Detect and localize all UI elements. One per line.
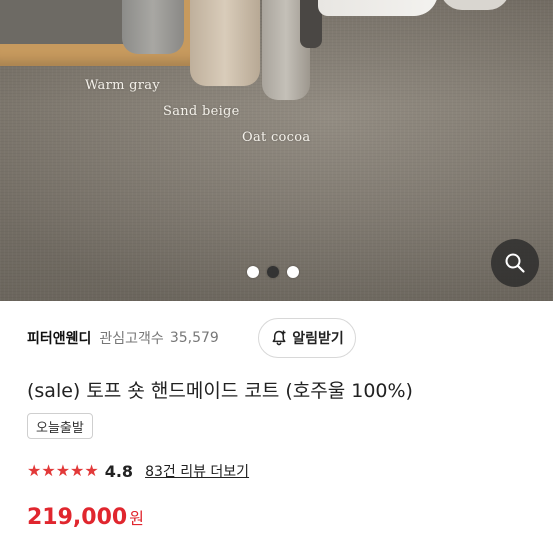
zoom-button[interactable] [491, 239, 539, 287]
coat-sand-beige [190, 0, 260, 86]
star-icon: ★ [55, 461, 71, 480]
price: 219,000 원 [27, 505, 144, 530]
review-more-link[interactable]: 83건 리뷰 더보기 [145, 461, 249, 481]
rating-stars: ★ ★ ★ ★ ★ [27, 463, 99, 479]
carousel-dot[interactable] [247, 266, 259, 278]
carousel-indicator [247, 266, 299, 278]
star-icon: ★ [84, 461, 99, 480]
star-icon: ★ [27, 461, 42, 480]
product-image-carousel[interactable]: Warm gray Sand beige Oat cocoa [0, 0, 553, 301]
star-icon: ★ [70, 461, 85, 480]
notify-button-label: 알림받기 [292, 331, 344, 347]
seller-name[interactable]: 피터앤웬디 [27, 328, 91, 348]
hanging-item-white [318, 0, 438, 16]
color-label-warm-gray: Warm gray [85, 78, 160, 93]
carousel-dot-active[interactable] [267, 266, 279, 278]
product-title: (sale) 토프 숏 핸드메이드 코트 (호주울 100%) [27, 380, 413, 402]
rating-value: 4.8 [104, 461, 134, 481]
shipping-badge: 오늘출발 [27, 413, 93, 439]
search-icon [505, 253, 525, 273]
carousel-dot[interactable] [287, 266, 299, 278]
coat-warm-gray [122, 0, 184, 54]
favorite-customers-label: 관심고객수 [99, 331, 164, 347]
rating-row: ★ ★ ★ ★ ★ 4.8 83건 리뷰 더보기 [27, 458, 249, 484]
price-value: 219,000 [27, 505, 128, 530]
star-icon: ★ [41, 461, 56, 480]
color-label-sand-beige: Sand beige [163, 104, 240, 119]
color-label-oat-cocoa: Oat cocoa [242, 130, 311, 145]
price-currency: 원 [129, 509, 144, 528]
notify-button[interactable]: 알림받기 [258, 318, 356, 358]
favorite-customers-count: 35,579 [169, 330, 219, 346]
bell-plus-icon [272, 330, 286, 346]
